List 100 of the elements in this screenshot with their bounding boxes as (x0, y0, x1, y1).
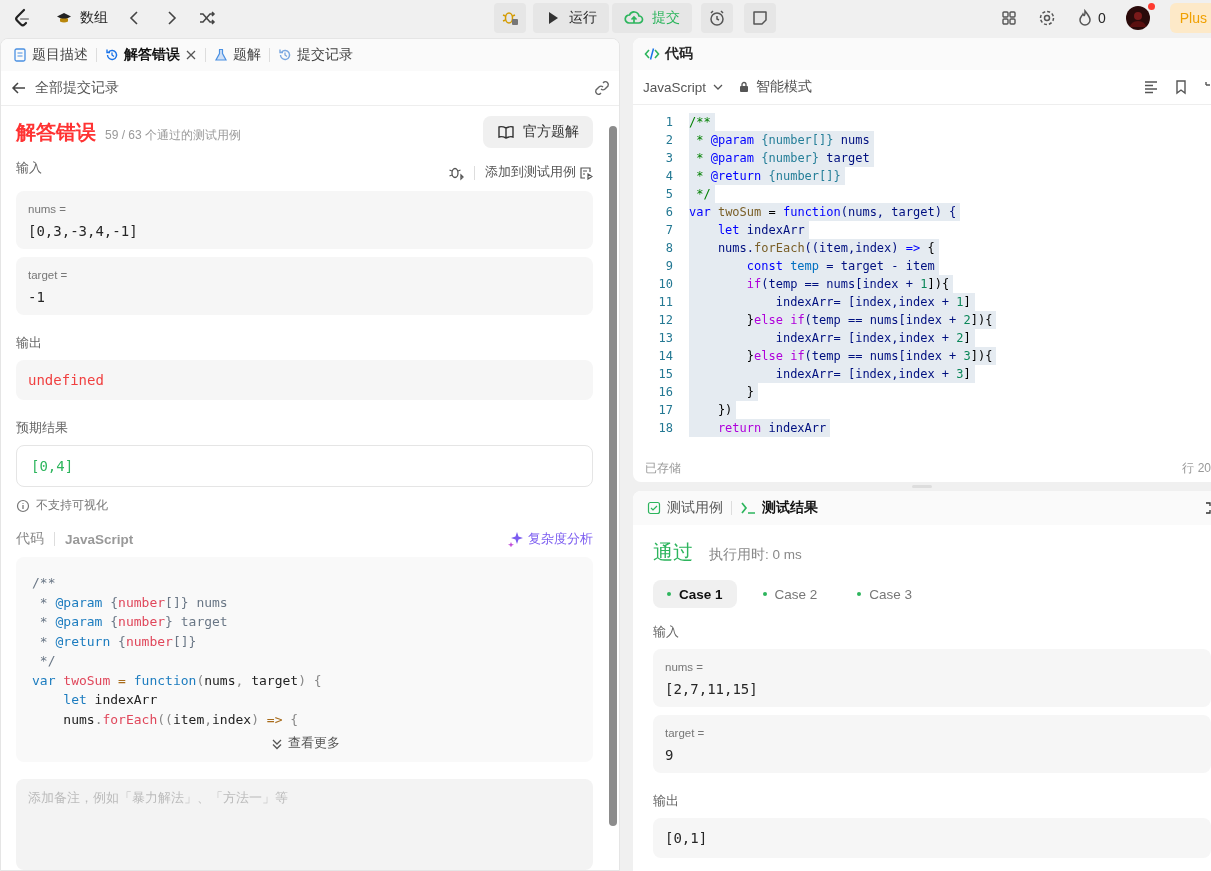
panel-tab[interactable]: 解答错误 (105, 44, 197, 66)
case-tab[interactable]: Case 1 (653, 580, 737, 608)
section-label: 输出 (653, 793, 680, 810)
streak-counter[interactable]: 0 (1075, 9, 1106, 27)
checkbox-icon (647, 501, 661, 515)
line-number: 17 (657, 403, 674, 417)
info-icon (16, 498, 30, 513)
line-number: 12 (657, 313, 674, 327)
avatar[interactable] (1125, 6, 1150, 30)
panel-title: 代码 (665, 45, 693, 63)
line-number: 11 (657, 295, 674, 309)
bug-icon (501, 9, 519, 27)
debug-button[interactable] (494, 3, 526, 33)
terminal-icon (740, 500, 756, 516)
expand-icon[interactable] (1205, 502, 1211, 514)
code-line: nums.forEach((item,index) => { (62, 710, 299, 729)
line-number: 10 (657, 277, 674, 291)
visualize-note: 不支持可视化 (36, 497, 108, 514)
code-line: let indexArr (62, 691, 158, 709)
link-icon[interactable] (593, 79, 611, 97)
variable-name: nums = (28, 203, 68, 215)
format-icon[interactable] (1143, 79, 1159, 95)
line-number: 6 (664, 205, 674, 219)
section-label: 输入 (653, 624, 680, 641)
result-status: 解答错误 (16, 119, 96, 145)
expected-value: [0,4] (31, 458, 75, 474)
line-number: 8 (664, 241, 674, 255)
panel-tab[interactable]: 提交记录 (278, 44, 353, 66)
run-button[interactable]: 运行 (533, 3, 609, 33)
line-number: 14 (657, 349, 674, 363)
scrollbar-thumb[interactable] (609, 126, 617, 826)
section-label: 预期结果 (16, 420, 69, 437)
line-number: 7 (664, 223, 674, 237)
code-line: * @param {number} target (38, 613, 228, 631)
note-icon (751, 9, 769, 27)
line-number: 15 (657, 367, 674, 381)
add-to-testcase-button[interactable]: 添加到测试用例 (485, 164, 593, 181)
passed-summary: 59 / 63 个通过的测试用例 (105, 126, 242, 144)
panel-tab[interactable]: 测试结果 (740, 499, 818, 517)
code-icon (644, 46, 660, 62)
settings-icon[interactable] (1037, 9, 1056, 27)
line-number: 16 (657, 385, 674, 399)
sparkle-icon (508, 531, 524, 547)
line-number: 3 (664, 151, 674, 165)
complexity-analysis-button[interactable]: 复杂度分析 (508, 530, 593, 548)
case-tab[interactable]: Case 2 (748, 580, 832, 608)
variable-name: target = (28, 269, 69, 281)
notification-dot (1147, 3, 1155, 10)
show-more-button[interactable]: 查看更多 (267, 733, 342, 754)
language-dropdown[interactable]: JavaScript (643, 79, 725, 95)
problem-list-link[interactable]: 数组 (56, 9, 108, 27)
variable-name: target = (665, 727, 706, 739)
add-file-icon (579, 165, 593, 180)
panel-tab[interactable]: 题解 (214, 44, 261, 66)
panel-tab[interactable]: 测试用例 (647, 499, 723, 517)
alarm-clock-icon (708, 9, 726, 27)
line-number: 13 (657, 331, 674, 345)
book-icon (497, 123, 515, 141)
history-icon (278, 48, 292, 62)
code-line: var twoSum = function(nums, target) { (32, 671, 322, 690)
code-line: * @return {number[]} (38, 632, 197, 651)
variable-value: 9 (665, 747, 675, 763)
back-arrow-icon (11, 80, 27, 96)
variable-value: [2,7,11,15] (665, 681, 759, 697)
variable-name: nums = (665, 661, 705, 673)
timer-button[interactable] (701, 3, 733, 33)
back-link[interactable]: 全部提交记录 (11, 79, 119, 97)
mode-button[interactable]: 智能模式 (738, 78, 813, 96)
document-icon (13, 48, 27, 62)
section-label: 输出 (16, 335, 43, 352)
save-status: 已存储 (645, 459, 681, 477)
line-number: 18 (657, 421, 674, 435)
result-status: 通过 (653, 540, 693, 565)
code-line: * @param {number[]} nums (38, 593, 228, 612)
close-icon[interactable] (185, 49, 197, 61)
runtime-text: 执行用时: 0 ms (709, 546, 802, 564)
code-label: 代码 (16, 530, 44, 548)
panel-tab[interactable]: 题目描述 (13, 44, 88, 66)
note-button[interactable] (744, 3, 776, 33)
line-number: 5 (664, 187, 674, 201)
cursor-position: 行 20 (1182, 459, 1211, 477)
section-label: 输入 (16, 160, 42, 177)
case-tab[interactable]: Case 3 (843, 580, 927, 608)
bookmark-icon[interactable] (1173, 79, 1189, 95)
lock-icon (738, 81, 751, 93)
variable-value: -1 (28, 289, 46, 305)
code-line: /** (32, 574, 56, 592)
history-icon (105, 48, 119, 62)
flask-icon (214, 48, 228, 62)
layout-icon[interactable] (999, 9, 1018, 27)
variable-value: [0,3,-3,4,-1] (28, 223, 139, 239)
official-solution-button[interactable]: 官方题解 (483, 116, 593, 148)
line-number: 2 (664, 133, 674, 147)
line-number: 4 (664, 169, 674, 183)
output-value: undefined (28, 372, 105, 388)
logo-icon[interactable] (12, 8, 32, 28)
line-number: 9 (664, 259, 674, 273)
code-line: */ (38, 652, 56, 670)
line-number: 1 (664, 115, 674, 129)
shuffle-icon[interactable] (198, 9, 216, 27)
